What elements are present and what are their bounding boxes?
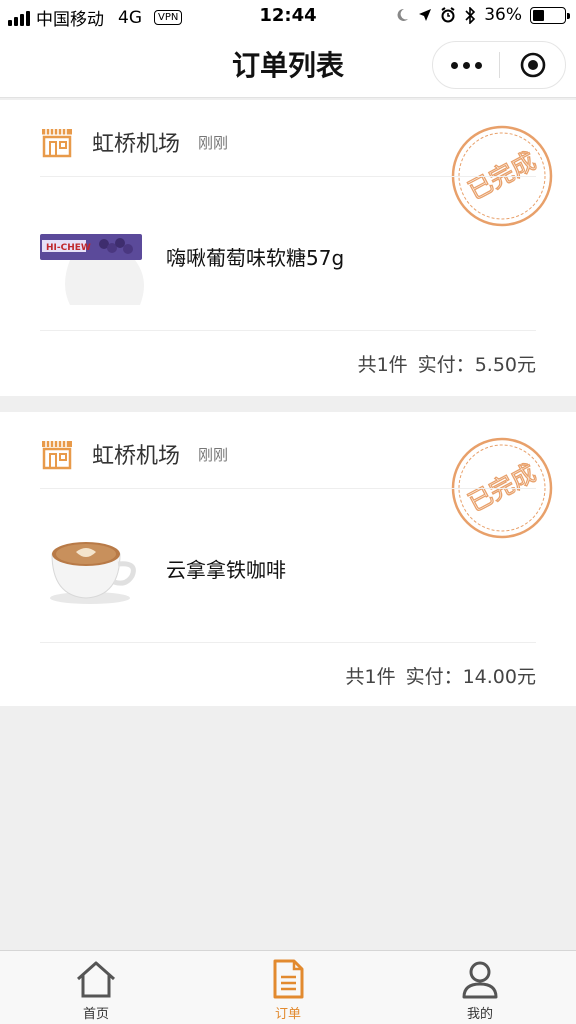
order-time: 刚刚 xyxy=(198,445,229,464)
tab-profile[interactable]: 我的 xyxy=(384,951,576,1024)
latte-coffee-image xyxy=(40,512,146,618)
alarm-icon xyxy=(441,7,455,23)
order-summary: 共1件 实付：5.50元 xyxy=(358,350,536,377)
tab-label: 我的 xyxy=(466,1007,493,1022)
item-count: 共1件 xyxy=(345,666,396,688)
battery-icon xyxy=(530,6,570,24)
order-icon xyxy=(273,959,304,999)
order-summary: 共1件 实付：14.00元 xyxy=(345,662,536,689)
paid-amount: 14.00元 xyxy=(462,666,536,688)
tab-orders[interactable]: 订单 xyxy=(192,951,384,1024)
mini-program-capsule xyxy=(432,41,566,89)
store-icon xyxy=(42,441,72,470)
order-card[interactable]: 虹桥机场 刚刚 已完成 云拿拿铁咖啡 共1件 实付：14.00元 xyxy=(0,412,576,706)
target-icon[interactable] xyxy=(500,51,565,79)
status-bar: 中国移动 4G VPN 12:44 36% xyxy=(0,0,576,32)
store-icon xyxy=(42,129,72,158)
tab-label: 首页 xyxy=(82,1007,109,1022)
divider xyxy=(40,642,536,643)
order-card[interactable]: 虹桥机场 刚刚 已完成 HI-CHEW 嗨啾葡萄味软糖57g 共1件 实付：5.… xyxy=(0,100,576,396)
moon-icon xyxy=(397,8,409,21)
more-icon[interactable] xyxy=(433,61,499,69)
bluetooth-icon xyxy=(465,6,476,24)
nav-bar: 订单列表 xyxy=(0,32,576,98)
tab-home[interactable]: 首页 xyxy=(0,951,192,1024)
location-icon xyxy=(419,9,432,21)
paid-label: 实付： xyxy=(405,666,463,688)
divider xyxy=(40,330,536,331)
battery-percent: 36% xyxy=(484,5,522,25)
paid-label: 实付： xyxy=(417,354,475,376)
svg-text:HI-CHEW: HI-CHEW xyxy=(46,243,91,253)
home-icon xyxy=(77,961,115,998)
item-count: 共1件 xyxy=(357,354,408,376)
divider xyxy=(40,488,536,489)
grape-candy-image: HI-CHEW xyxy=(40,200,146,306)
order-time: 刚刚 xyxy=(198,133,229,152)
store-name: 虹桥机场 xyxy=(92,444,181,469)
divider xyxy=(40,176,536,177)
tab-bar: 首页 订单 我的 xyxy=(0,950,576,1024)
tab-label: 订单 xyxy=(274,1007,301,1022)
product-name: 嗨啾葡萄味软糖57g xyxy=(166,246,345,270)
profile-icon xyxy=(462,961,498,999)
product-name: 云拿拿铁咖啡 xyxy=(166,558,286,582)
paid-amount: 5.50元 xyxy=(474,354,536,376)
store-name: 虹桥机场 xyxy=(92,132,181,157)
